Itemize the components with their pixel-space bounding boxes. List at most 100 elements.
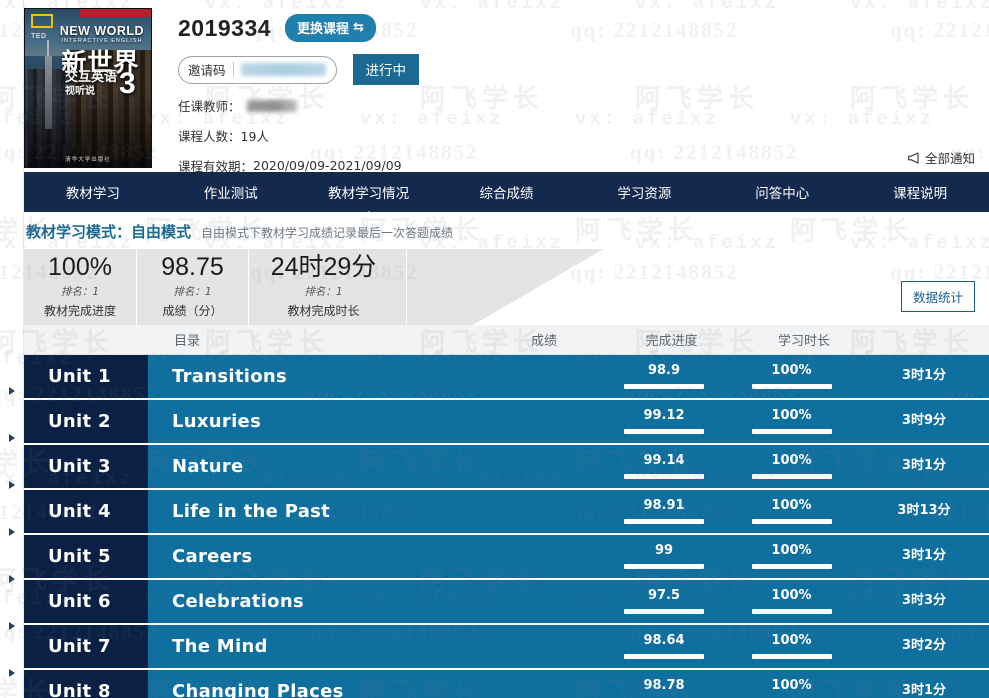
course-info: 2019334 更换课程 ⇆ 邀请码 进行中 任课教师： 课程人数：: [178, 8, 419, 172]
main-nav: 教材学习 作业测试 教材学习情况 综合成绩 学习资源 问答中心 课程说明: [24, 172, 989, 212]
row-expand-arrow[interactable]: [9, 481, 15, 489]
row-unit-title: Transitions: [148, 355, 604, 398]
row-score-value: 98.64: [643, 634, 684, 648]
row-duration-value: 3时3分: [902, 594, 946, 608]
course-id: 2019334: [178, 15, 271, 42]
nav-item-label: 作业测试: [204, 182, 258, 202]
nav-item-label: 学习资源: [617, 182, 671, 202]
all-notice-link[interactable]: 全部通知: [907, 148, 975, 167]
nav-item-7[interactable]: 课程说明: [851, 172, 989, 212]
invite-code-field[interactable]: 邀请码: [178, 56, 337, 84]
cover-volume-number: 3: [119, 71, 136, 97]
table-row[interactable]: Unit 2Luxuries99.12100%3时9分: [24, 400, 989, 445]
nav-item-label: 综合成绩: [480, 182, 534, 202]
row-progress-value: 100%: [771, 454, 811, 468]
row-progress-bar: [752, 384, 832, 389]
row-progress-value: 100%: [771, 589, 811, 603]
nav-item-label: 问答中心: [755, 182, 809, 202]
study-mode-title: 教材学习模式：自由模式: [26, 221, 191, 242]
row-score-value: 98.78: [643, 679, 684, 693]
table-row[interactable]: Unit 3Nature99.14100%3时1分: [24, 445, 989, 490]
row-expand-arrow[interactable]: [9, 528, 15, 536]
student-count-label: 课程人数：: [178, 126, 241, 145]
row-duration-value: 3时13分: [897, 504, 950, 518]
row-progress: 100%: [724, 445, 859, 488]
stat-rank: 排名：1: [24, 284, 136, 299]
stat-card-3: 24时29分排名：1教材完成时长: [248, 249, 398, 325]
row-duration: 3时1分: [859, 355, 989, 398]
table-row[interactable]: Unit 7The Mind 98.64 100% 3时2分: [24, 625, 989, 670]
row-duration-value: 3时1分: [902, 684, 946, 698]
row-progress-bar: [752, 474, 832, 479]
row-score-bar: [624, 384, 704, 389]
row-duration-value: 3时1分: [902, 549, 946, 563]
cover-brand-main: NEW WORLD: [60, 24, 144, 38]
row-progress: 100%: [724, 355, 859, 398]
row-score-value: 99: [655, 544, 673, 558]
table-row[interactable]: Unit 6Celebrations97.5100%3时3分: [24, 580, 989, 625]
row-progress-bar: [752, 429, 832, 434]
row-progress: 100%: [724, 535, 859, 578]
national-geographic-icon: [31, 14, 53, 28]
row-score: 98.78: [604, 670, 724, 698]
stat-card-1: 100%排名：1教材完成进度: [24, 249, 136, 325]
table-row[interactable]: Unit 4Life in the Past98.91100%3时13分: [24, 490, 989, 535]
row-score-bar: [624, 564, 704, 569]
row-progress-value: 100%: [771, 364, 811, 378]
row-unit-label: Unit 7: [24, 625, 148, 668]
table-header-row: 目录 成绩 完成进度 学习时长: [24, 325, 989, 355]
row-unit-label: Unit 6: [24, 580, 148, 623]
teacher-row: 任课教师：: [178, 96, 419, 115]
row-score-value: 99.14: [643, 454, 684, 468]
row-progress: 100%: [724, 625, 859, 668]
cover-subtitle-group: 交互英语 视听说 3: [54, 71, 147, 97]
table-row[interactable]: Unit 1Transitions98.9100%3时1分: [24, 355, 989, 400]
stat-value: 24时29分: [249, 253, 398, 282]
row-score: 99.14: [604, 445, 724, 488]
row-expand-arrow[interactable]: [9, 622, 15, 630]
column-header-score: 成绩: [484, 330, 604, 349]
nav-item-label: 教材学习情况: [328, 182, 409, 202]
column-header-progress: 完成进度: [604, 330, 739, 349]
course-header: TED NEW WORLD INTERACTIVE ENGLISH 新世界 交互…: [0, 0, 989, 172]
row-score: 99: [604, 535, 724, 578]
row-duration-value: 3时1分: [902, 369, 946, 383]
row-unit-title: The Mind: [148, 625, 604, 668]
stat-label: 成绩（分）: [137, 302, 248, 319]
swap-icon: ⇆: [353, 20, 364, 35]
nav-item-5[interactable]: 学习资源: [575, 172, 713, 212]
row-expand-arrow[interactable]: [9, 434, 15, 442]
row-score-bar: [624, 474, 704, 479]
row-duration-value: 3时2分: [902, 639, 946, 653]
switch-course-button[interactable]: 更换课程 ⇆: [285, 14, 376, 42]
row-unit-label: Unit 8: [24, 670, 148, 698]
nav-item-3[interactable]: 教材学习情况: [300, 172, 438, 212]
row-score-value: 99.12: [643, 409, 684, 423]
row-score: 99.12: [604, 400, 724, 443]
row-duration: 3时2分: [859, 625, 989, 668]
row-expand-arrow[interactable]: [9, 575, 15, 583]
nav-item-label: 课程说明: [893, 182, 947, 202]
row-duration: 3时13分: [859, 490, 989, 533]
row-progress-bar: [752, 654, 832, 659]
row-expand-arrow[interactable]: [9, 387, 15, 395]
row-progress-bar: [752, 564, 832, 569]
data-statistics-button[interactable]: 数据统计: [901, 281, 975, 312]
row-progress: 100%: [724, 580, 859, 623]
course-status-button[interactable]: 进行中: [353, 54, 420, 85]
unit-table: 目录 成绩 完成进度 学习时长 Unit 1Transitions98.9100…: [24, 325, 989, 698]
nav-item-1[interactable]: 教材学习: [24, 172, 162, 212]
nav-item-4[interactable]: 综合成绩: [438, 172, 576, 212]
row-unit-label: Unit 3: [24, 445, 148, 488]
nav-item-6[interactable]: 问答中心: [713, 172, 851, 212]
cover-sub-line2: 视听说: [65, 86, 117, 98]
cover-sub-line1: 交互英语: [65, 70, 117, 85]
row-progress: 100%: [724, 670, 859, 698]
column-header-directory: 目录: [24, 330, 484, 349]
table-row[interactable]: Unit 5Careers99100%3时1分: [24, 535, 989, 580]
table-row[interactable]: Unit 8Changing Places98.78100%3时1分: [24, 670, 989, 698]
row-score-bar: [624, 429, 704, 434]
stat-value: 100%: [24, 253, 136, 282]
nav-item-2[interactable]: 作业测试: [162, 172, 300, 212]
row-expand-arrow[interactable]: [9, 669, 15, 677]
